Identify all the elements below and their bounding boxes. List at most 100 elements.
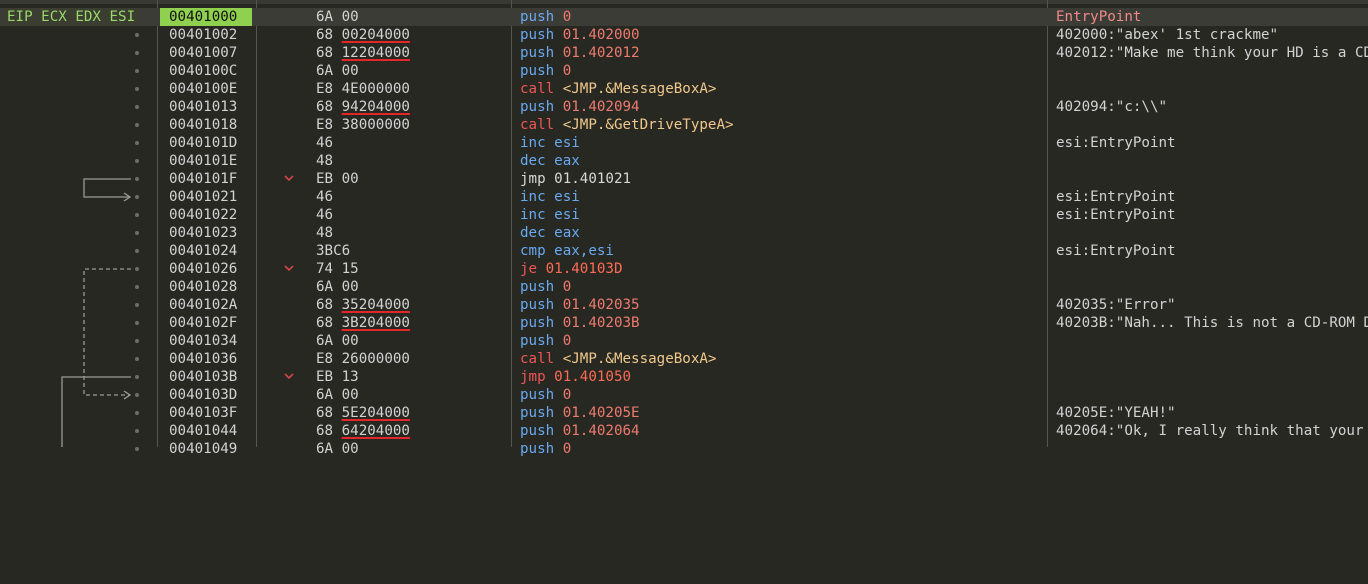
- address-cell[interactable]: 0040100C: [169, 62, 237, 80]
- comment-cell[interactable]: esi:EntryPoint: [1056, 188, 1368, 206]
- comment-cell[interactable]: esi:EntryPoint: [1056, 134, 1368, 152]
- address-cell[interactable]: 00401023: [169, 224, 237, 242]
- mnemonic: push: [520, 423, 555, 439]
- address-cell[interactable]: 00401002: [169, 26, 237, 44]
- address-cell[interactable]: 00401018: [169, 116, 237, 134]
- instruction-row[interactable]: 00401018 E8 38000000 call <JMP.&GetDrive…: [0, 116, 1368, 134]
- instruction-row[interactable]: 00401026 74 15 je 01.40103D: [0, 260, 1368, 278]
- address-cell[interactable]: 00401049: [169, 440, 237, 458]
- comment-cell[interactable]: 402000:"abex' 1st crackme": [1056, 26, 1368, 44]
- chevron-down-icon[interactable]: [282, 169, 296, 187]
- address-cell[interactable]: 0040102A: [169, 296, 237, 314]
- comment-cell[interactable]: esi:EntryPoint: [1056, 242, 1368, 260]
- instruction-cell[interactable]: je 01.40103D: [520, 260, 623, 278]
- instruction-cell[interactable]: jmp 01.401050: [520, 368, 631, 386]
- comment-cell[interactable]: 402012:"Make me think your HD is a CD-Ro…: [1056, 44, 1368, 62]
- chevron-down-icon[interactable]: [282, 259, 296, 277]
- instruction-row[interactable]: 0040101D 46 inc esi esi:EntryPoint: [0, 134, 1368, 152]
- address-cell[interactable]: 00401022: [169, 206, 237, 224]
- byte-separator: [333, 261, 342, 277]
- instruction-row[interactable]: 0040100E E8 4E000000 call <JMP.&MessageB…: [0, 80, 1368, 98]
- comment-cell[interactable]: 402094:"c:\\": [1056, 98, 1368, 116]
- address-cell[interactable]: 00401036: [169, 350, 237, 368]
- instruction-cell[interactable]: push 0: [520, 332, 571, 350]
- instruction-cell[interactable]: push 01.402012: [520, 44, 640, 62]
- instruction-cell[interactable]: push 0: [520, 440, 571, 458]
- instruction-cell[interactable]: push 0: [520, 278, 571, 296]
- mnemonic-separator: [554, 387, 563, 403]
- comment-cell[interactable]: 402064:"Ok, I really think that your HD …: [1056, 422, 1368, 440]
- bytes-cell: 68 00204000: [316, 26, 410, 44]
- address-cell[interactable]: 0040101E: [169, 152, 237, 170]
- instruction-row[interactable]: 00401024 3BC6 cmp eax,esi esi:EntryPoint: [0, 242, 1368, 260]
- instruction-row[interactable]: 00401021 46 inc esi esi:EntryPoint: [0, 188, 1368, 206]
- address-cell[interactable]: 0040103B: [169, 368, 237, 386]
- instruction-row[interactable]: 00401013 68 94204000 push 01.402094 4020…: [0, 98, 1368, 116]
- address-cell[interactable]: 00401024: [169, 242, 237, 260]
- instruction-cell[interactable]: push 01.402064: [520, 422, 640, 440]
- instruction-cell[interactable]: push 0: [520, 62, 571, 80]
- instruction-row[interactable]: 0040101F EB 00 jmp 01.401021: [0, 170, 1368, 188]
- address-cell[interactable]: 00401028: [169, 278, 237, 296]
- instruction-cell[interactable]: call <JMP.&MessageBoxA>: [520, 350, 716, 368]
- address-cell[interactable]: 00401026: [169, 260, 237, 278]
- instruction-row[interactable]: 00401022 46 inc esi esi:EntryPoint: [0, 206, 1368, 224]
- instruction-cell[interactable]: inc esi: [520, 188, 580, 206]
- breakpoint-dot[interactable]: [135, 447, 139, 451]
- instruction-cell[interactable]: push 01.402094: [520, 98, 640, 116]
- instruction-cell[interactable]: dec eax: [520, 152, 580, 170]
- address-cell[interactable]: 0040103D: [169, 386, 237, 404]
- instruction-cell[interactable]: jmp 01.401021: [520, 170, 631, 188]
- instruction-cell[interactable]: call <JMP.&GetDriveTypeA>: [520, 116, 734, 134]
- address-cell[interactable]: 0040101F: [169, 170, 237, 188]
- address-cell[interactable]: 0040101D: [169, 134, 237, 152]
- comment-cell[interactable]: 40205E:"YEAH!": [1056, 404, 1368, 422]
- instruction-cell[interactable]: push 01.40203B: [520, 314, 640, 332]
- instruction-cell[interactable]: push 0: [520, 386, 571, 404]
- instruction-cell[interactable]: call <JMP.&MessageBoxA>: [520, 80, 716, 98]
- comment-cell[interactable]: 402035:"Error": [1056, 296, 1368, 314]
- address-cell[interactable]: 00401013: [169, 98, 237, 116]
- instruction-row[interactable]: 0040102A 68 35204000 push 01.402035 4020…: [0, 296, 1368, 314]
- instruction-row[interactable]: 0040102F 68 3B204000 push 01.40203B 4020…: [0, 314, 1368, 332]
- instruction-cell[interactable]: inc esi: [520, 206, 580, 224]
- bytes-cell: 68 5E204000: [316, 404, 410, 422]
- comment-cell[interactable]: 40203B:"Nah... This is not a CD-ROM Driv…: [1056, 314, 1368, 332]
- address-cell[interactable]: 00401044: [169, 422, 237, 440]
- address-cell[interactable]: 00401021: [169, 188, 237, 206]
- instruction-row[interactable]: 00401036 E8 26000000 call <JMP.&MessageB…: [0, 350, 1368, 368]
- instruction-row[interactable]: 00401002 68 00204000 push 01.402000 4020…: [0, 26, 1368, 44]
- instruction-cell[interactable]: cmp eax,esi: [520, 242, 614, 260]
- address-cell[interactable]: 0040103F: [169, 404, 237, 422]
- instruction-row[interactable]: 0040101E 48 dec eax: [0, 152, 1368, 170]
- address-cell[interactable]: 00401034: [169, 332, 237, 350]
- instruction-row[interactable]: 0040103F 68 5E204000 push 01.40205E 4020…: [0, 404, 1368, 422]
- bytes-cell: 46: [316, 188, 333, 206]
- instruction-row[interactable]: 0040103D 6A 00 push 0: [0, 386, 1368, 404]
- instruction-row[interactable]: 00401049 6A 00 push 0: [0, 440, 1368, 458]
- instruction-row[interactable]: 00401023 48 dec eax: [0, 224, 1368, 242]
- address-cell[interactable]: 00401000: [160, 8, 252, 26]
- instruction-cell[interactable]: dec eax: [520, 224, 580, 242]
- instruction-cell[interactable]: inc esi: [520, 134, 580, 152]
- instruction-cell[interactable]: push 01.402035: [520, 296, 640, 314]
- mnemonic-separator: [554, 99, 563, 115]
- disassembly-view[interactable]: EIP ECX EDX ESI 00401000 6A 00 push 0 En…: [0, 0, 1368, 457]
- instruction-row[interactable]: EIP ECX EDX ESI 00401000 6A 00 push 0 En…: [0, 8, 1368, 26]
- address-cell[interactable]: 0040100E: [169, 80, 237, 98]
- instruction-cell[interactable]: push 01.402000: [520, 26, 640, 44]
- comment-cell[interactable]: esi:EntryPoint: [1056, 206, 1368, 224]
- instruction-row[interactable]: 0040103B EB 13 jmp 01.401050: [0, 368, 1368, 386]
- instruction-row[interactable]: 00401044 68 64204000 push 01.402064 4020…: [0, 422, 1368, 440]
- instruction-cell[interactable]: push 01.40205E: [520, 404, 640, 422]
- instruction-row[interactable]: 0040100C 6A 00 push 0: [0, 62, 1368, 80]
- instruction-row[interactable]: 00401007 68 12204000 push 01.402012 4020…: [0, 44, 1368, 62]
- instruction-row[interactable]: 00401034 6A 00 push 0: [0, 332, 1368, 350]
- chevron-down-icon[interactable]: [282, 367, 296, 385]
- mnemonic: call: [520, 117, 555, 133]
- address-cell[interactable]: 0040102F: [169, 314, 237, 332]
- instruction-row[interactable]: 00401028 6A 00 push 0: [0, 278, 1368, 296]
- address-cell[interactable]: 00401007: [169, 44, 237, 62]
- comment-cell[interactable]: EntryPoint: [1056, 8, 1368, 26]
- instruction-cell[interactable]: push 0: [520, 8, 571, 26]
